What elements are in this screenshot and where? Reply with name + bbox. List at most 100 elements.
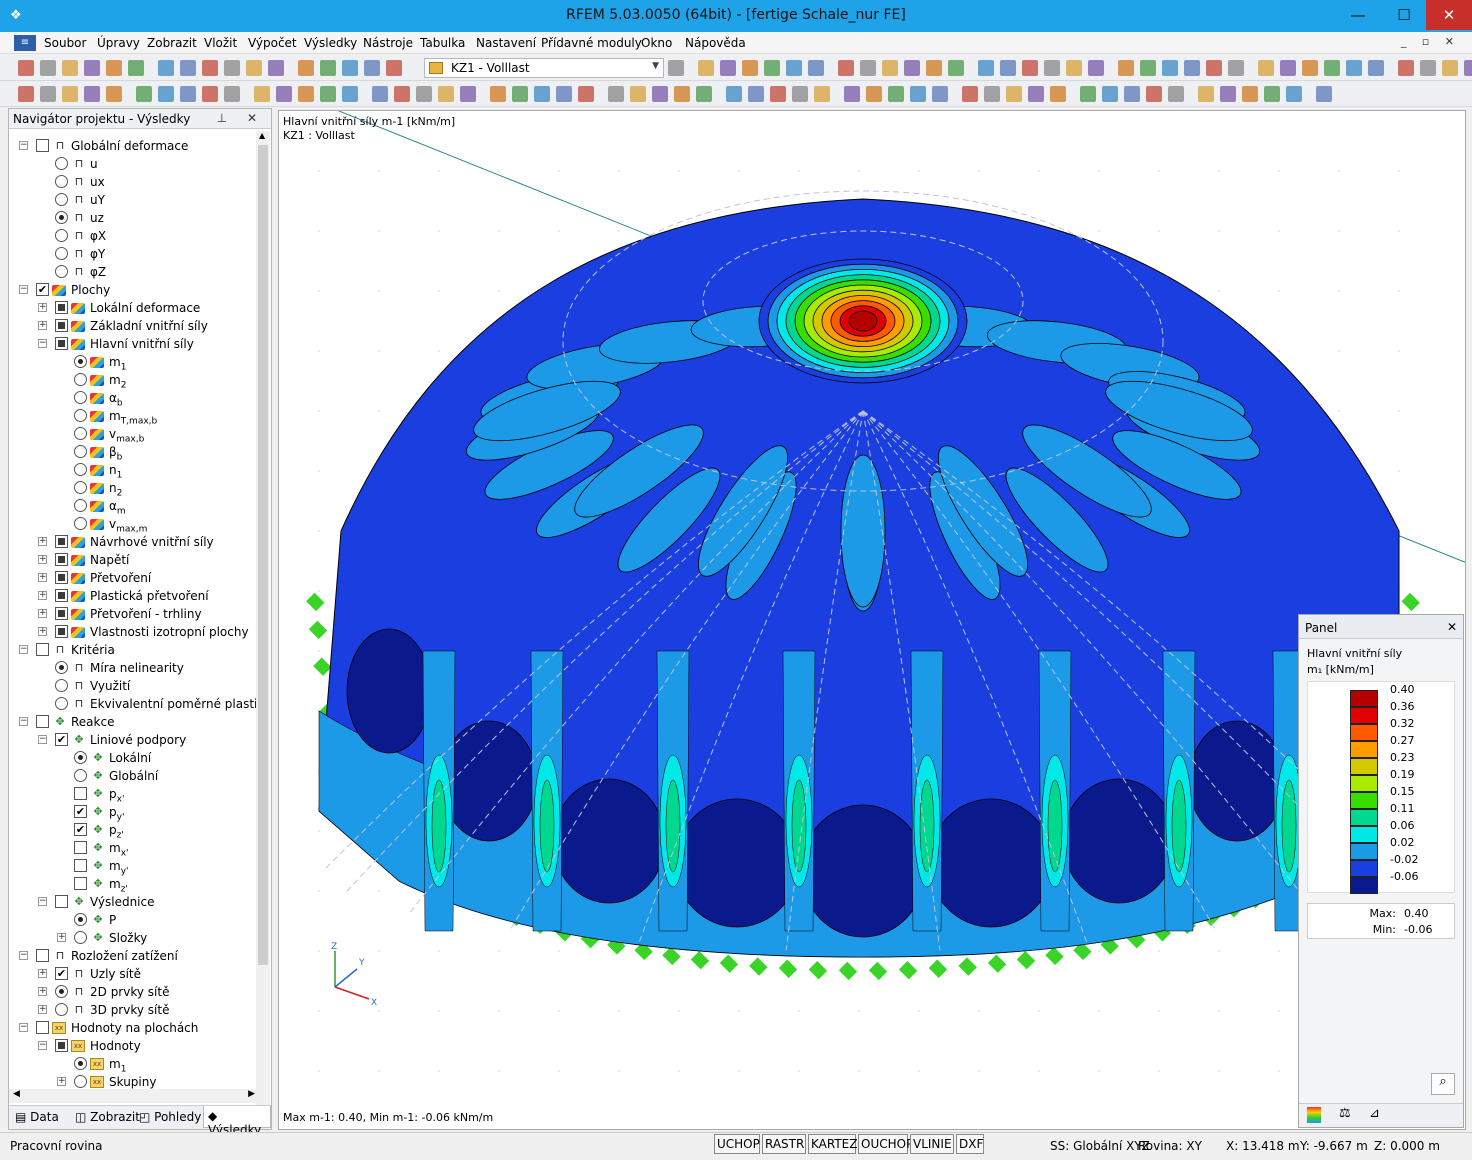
dxf-button[interactable]: DXF: [956, 1134, 984, 1154]
toolbar-tool-icon[interactable]: [984, 86, 1000, 102]
radio-button[interactable]: [74, 373, 87, 386]
toolbar-tool-icon[interactable]: [1000, 60, 1016, 76]
toolbar-tool-icon[interactable]: [1280, 60, 1296, 76]
toolbar-tool-icon[interactable]: [1302, 60, 1318, 76]
panel-close-icon[interactable]: ✕: [1447, 620, 1457, 634]
toolbar-tool-icon[interactable]: [1286, 86, 1302, 102]
navigator-item[interactable]: − xx Hodnoty: [9, 1037, 259, 1055]
navigator-item[interactable]: m1: [9, 353, 259, 372]
checkbox[interactable]: [74, 841, 87, 854]
toolbar-tool-icon[interactable]: [158, 86, 174, 102]
toolbar-tool-icon[interactable]: [342, 60, 358, 76]
navigator-item[interactable]: ⊓ Míra nelinearity: [9, 659, 259, 677]
toolbar-tool-icon[interactable]: [1324, 60, 1340, 76]
toolbar-tool-icon[interactable]: [416, 86, 432, 102]
checkbox[interactable]: [55, 1039, 68, 1052]
toolbar-tool-icon[interactable]: [224, 86, 240, 102]
menu-vlozit[interactable]: Vložit: [204, 36, 237, 50]
navigator-item[interactable]: + ⊓ 2D prvky sítě: [9, 983, 259, 1001]
navigator-item[interactable]: ⊓ ux: [9, 173, 259, 191]
rfem-menu-icon[interactable]: ≡: [14, 35, 36, 51]
scroll-right-icon[interactable]: ▶: [248, 1089, 255, 1099]
close-button[interactable]: ✕: [1426, 0, 1472, 30]
navigator-item[interactable]: ✥ mz': [9, 875, 259, 894]
toolbar-tool-icon[interactable]: [1464, 60, 1472, 76]
checkbox[interactable]: [55, 301, 68, 314]
toolbar-tool-icon[interactable]: [1088, 60, 1104, 76]
navigator-item[interactable]: vmax,m: [9, 515, 259, 534]
navigator-item[interactable]: ⊓ u: [9, 155, 259, 173]
toolbar-tool-icon[interactable]: [1220, 86, 1236, 102]
checkbox[interactable]: [55, 553, 68, 566]
toolbar-tool-icon[interactable]: [180, 86, 196, 102]
menu-nastaveni[interactable]: Nastavení: [476, 36, 536, 50]
toolbar-tool-icon[interactable]: [910, 86, 926, 102]
toolbar-tool-icon[interactable]: [904, 60, 920, 76]
checkbox[interactable]: [55, 895, 68, 908]
radio-button[interactable]: [74, 1057, 87, 1070]
navigator-item[interactable]: − xx Hodnoty na plochách: [9, 1019, 259, 1037]
expand-icon[interactable]: +: [38, 573, 47, 582]
checkbox[interactable]: [55, 535, 68, 548]
navigator-item[interactable]: − ✔ ✥ Liniové podpory: [9, 731, 259, 749]
navigator-item[interactable]: + Vlastnosti izotropní plochy: [9, 623, 259, 641]
checkbox[interactable]: ✔: [36, 283, 49, 296]
navigator-item[interactable]: + ⊓ 3D prvky sítě: [9, 1001, 259, 1019]
expand-icon[interactable]: +: [57, 933, 66, 942]
tab-vysledky[interactable]: ◆ Výsledky: [203, 1106, 271, 1137]
collapse-icon[interactable]: −: [38, 735, 47, 744]
radio-button[interactable]: [55, 247, 68, 260]
radio-button[interactable]: [55, 211, 68, 224]
scroll-thumb[interactable]: [258, 145, 268, 965]
toolbar-tool-icon[interactable]: [202, 60, 218, 76]
toolbar-tool-icon[interactable]: [814, 86, 830, 102]
expand-icon[interactable]: +: [38, 321, 47, 330]
navigator-item[interactable]: n1: [9, 461, 259, 480]
radio-button[interactable]: [55, 985, 68, 998]
collapse-icon[interactable]: −: [19, 645, 28, 654]
radio-button[interactable]: [74, 427, 87, 440]
navigator-item[interactable]: ⊓ φY: [9, 245, 259, 263]
radio-button[interactable]: [55, 661, 68, 674]
toolbar-tool-icon[interactable]: [948, 60, 964, 76]
radio-button[interactable]: [55, 193, 68, 206]
radio-button[interactable]: [74, 931, 87, 944]
navigator-item[interactable]: n2: [9, 479, 259, 498]
glines-button[interactable]: VLINIE: [910, 1134, 954, 1154]
expand-icon[interactable]: +: [38, 627, 47, 636]
toolbar-tool-icon[interactable]: [460, 86, 476, 102]
toolbar-tool-icon[interactable]: [668, 60, 684, 76]
toolbar-tool-icon[interactable]: [726, 86, 742, 102]
navigator-hscrollbar[interactable]: ◀ ▶: [9, 1089, 259, 1103]
navigator-item[interactable]: + ✔ ⊓ Uzly sítě: [9, 965, 259, 983]
navigator-item[interactable]: vmax,b: [9, 425, 259, 444]
navigator-item[interactable]: + Základní vnitřní síly: [9, 317, 259, 335]
navigator-item[interactable]: + ✥ Složky: [9, 929, 259, 947]
navigator-item[interactable]: ⊓ Využití: [9, 677, 259, 695]
toolbar-tool-icon[interactable]: [40, 60, 56, 76]
toolbar-tool-icon[interactable]: [62, 86, 78, 102]
navigator-item[interactable]: − ⊓ Rozložení zatížení: [9, 947, 259, 965]
navigator-item[interactable]: + Lokální deformace: [9, 299, 259, 317]
chevron-down-icon[interactable]: ▼: [652, 61, 659, 71]
navigator-item[interactable]: + Přetvoření: [9, 569, 259, 587]
checkbox[interactable]: [55, 625, 68, 638]
menu-soubor[interactable]: Soubor: [44, 36, 86, 50]
expand-icon[interactable]: +: [38, 591, 47, 600]
expand-icon[interactable]: +: [38, 555, 47, 564]
toolbar-tool-icon[interactable]: [748, 86, 764, 102]
toolbar-tool-icon[interactable]: [1398, 60, 1414, 76]
menu-vysledky[interactable]: Výsledky: [304, 36, 357, 50]
toolbar-tool-icon[interactable]: [844, 86, 860, 102]
toolbar-tool-icon[interactable]: [652, 86, 668, 102]
radio-button[interactable]: [55, 175, 68, 188]
toolbar-tool-icon[interactable]: [1206, 60, 1222, 76]
radio-button[interactable]: [74, 499, 87, 512]
navigator-item[interactable]: xx m1: [9, 1055, 259, 1074]
toolbar-tool-icon[interactable]: [276, 86, 292, 102]
collapse-icon[interactable]: −: [19, 141, 28, 150]
navigator-item[interactable]: ✥ P: [9, 911, 259, 929]
toolbar-tool-icon[interactable]: [1316, 86, 1332, 102]
navigator-item[interactable]: αm: [9, 497, 259, 516]
navigator-item[interactable]: + Plastická přetvoření: [9, 587, 259, 605]
